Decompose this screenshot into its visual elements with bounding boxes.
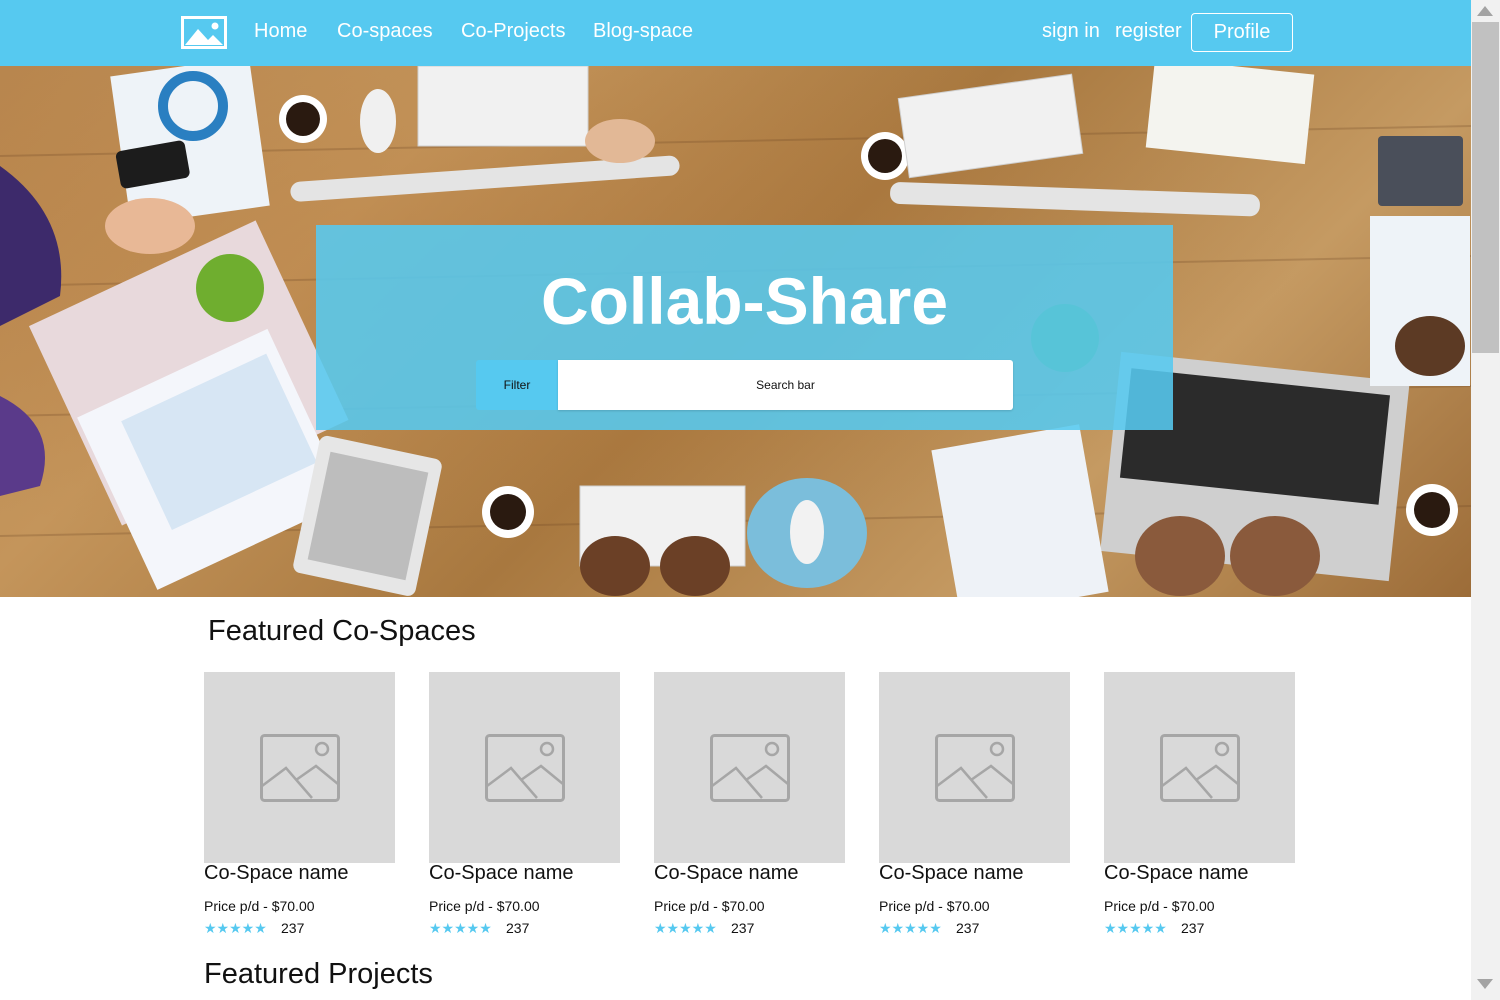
co-space-image-placeholder <box>879 672 1070 863</box>
rating-count: 237 <box>506 920 530 936</box>
rating-count: 237 <box>1181 920 1205 936</box>
image-placeholder-icon <box>935 734 1015 802</box>
nav-link-co-projects[interactable]: Co-Projects <box>461 20 565 43</box>
scroll-up-arrow-icon[interactable] <box>1477 6 1493 16</box>
co-space-name[interactable]: Co-Space name <box>429 862 574 885</box>
nav-link-co-spaces[interactable]: Co-spaces <box>337 20 433 43</box>
register-link[interactable]: register <box>1115 20 1182 43</box>
image-placeholder-icon <box>1160 734 1240 802</box>
rating-count: 237 <box>281 920 305 936</box>
featured-co-spaces-title: Featured Co-Spaces <box>208 615 476 647</box>
hero-title: Collab-Share <box>540 264 949 338</box>
profile-button[interactable]: Profile <box>1191 13 1293 52</box>
co-space-card[interactable]: Co-Space name Price p/d - $70.00 ★★★★★ 2… <box>204 672 395 936</box>
co-space-name[interactable]: Co-Space name <box>654 862 799 885</box>
star-rating-icon: ★★★★★ <box>1104 920 1167 936</box>
search-input[interactable] <box>558 360 1013 410</box>
nav-link-blog-space[interactable]: Blog-space <box>593 20 693 43</box>
star-rating-icon: ★★★★★ <box>429 920 492 936</box>
co-space-price: Price p/d - $70.00 <box>429 898 540 914</box>
co-space-name[interactable]: Co-Space name <box>1104 862 1249 885</box>
co-space-price: Price p/d - $70.00 <box>204 898 315 914</box>
star-rating-icon: ★★★★★ <box>204 920 267 936</box>
co-space-price: Price p/d - $70.00 <box>1104 898 1215 914</box>
star-rating-icon: ★★★★★ <box>654 920 717 936</box>
rating-count: 237 <box>956 920 980 936</box>
image-placeholder-icon <box>710 734 790 802</box>
co-space-card[interactable]: Co-Space name Price p/d - $70.00 ★★★★★ 2… <box>1104 672 1295 936</box>
sign-in-link[interactable]: sign in <box>1042 20 1100 43</box>
scrollbar-thumb[interactable] <box>1472 22 1499 353</box>
top-navbar: Home Co-spaces Co-Projects Blog-space si… <box>0 0 1471 66</box>
co-space-image-placeholder <box>654 672 845 863</box>
co-space-name[interactable]: Co-Space name <box>879 862 1024 885</box>
co-space-card[interactable]: Co-Space name Price p/d - $70.00 ★★★★★ 2… <box>654 672 845 936</box>
rating-count: 237 <box>731 920 755 936</box>
star-rating-icon: ★★★★★ <box>879 920 942 936</box>
nav-link-home[interactable]: Home <box>254 20 307 43</box>
vertical-scrollbar[interactable] <box>1471 0 1500 1000</box>
co-space-image-placeholder <box>1104 672 1295 863</box>
co-space-price: Price p/d - $70.00 <box>879 898 990 914</box>
scroll-down-arrow-icon[interactable] <box>1477 979 1493 989</box>
co-space-image-placeholder <box>429 672 620 863</box>
co-space-price: Price p/d - $70.00 <box>654 898 765 914</box>
co-space-name[interactable]: Co-Space name <box>204 862 349 885</box>
featured-projects-title: Featured Projects <box>204 958 433 990</box>
logo-image-icon[interactable] <box>181 16 227 49</box>
hero-banner: Collab-Share Filter <box>0 66 1471 597</box>
image-placeholder-icon <box>485 734 565 802</box>
co-space-image-placeholder <box>204 672 395 863</box>
filter-button[interactable]: Filter <box>476 360 558 410</box>
hero-panel: Collab-Share Filter <box>316 225 1173 430</box>
co-space-card[interactable]: Co-Space name Price p/d - $70.00 ★★★★★ 2… <box>879 672 1070 936</box>
image-placeholder-icon <box>260 734 340 802</box>
co-space-card[interactable]: Co-Space name Price p/d - $70.00 ★★★★★ 2… <box>429 672 620 936</box>
